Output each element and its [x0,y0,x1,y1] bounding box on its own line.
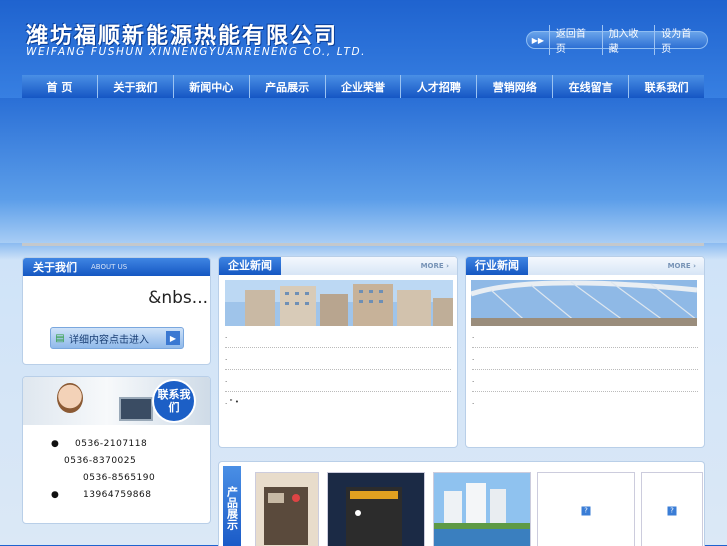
list-item[interactable]: . [225,326,451,348]
contact-banner-image: 联系我们 [23,377,210,425]
company-news-header: 企业新闻 MORE › [219,257,457,275]
industry-news-list: . . . . [472,326,698,413]
about-panel-header: 关于我们 ABOUT US [23,258,210,276]
contact-seal: 联系我们 [152,379,196,423]
phone-row: ● 13964759868 [51,490,152,500]
main-nav: 首 页 关于我们 新闻中心 产品展示 企业荣誉 人才招聘 营销网络 在线留言 联… [22,75,705,98]
list-item[interactable]: . [472,326,698,348]
home-link[interactable]: 返回首页 [548,25,602,55]
broken-image-icon: ? [581,506,591,516]
nav-jobs[interactable]: 人才招聘 [401,75,478,98]
phone-number: 0536-2107118 [75,439,148,449]
company-news-panel: 企业新闻 MORE › . . . . " • [218,256,458,448]
arrow-right-icon: ▶ [166,331,180,345]
industry-news-title: 行业新闻 [466,257,528,275]
nav-network[interactable]: 营销网络 [477,75,554,98]
broken-image-icon: ? [667,506,677,516]
company-news-title: 企业新闻 [219,257,281,275]
product-card[interactable]: ? [641,472,703,546]
nav-news[interactable]: 新闻中心 [173,75,250,98]
company-name-en: WEIFANG FUSHUN XINNENGYUANRENENG CO., LT… [26,46,367,58]
industry-news-panel: 行业新闻 MORE › . . . . [465,256,705,448]
phone-row: 0536-8565190 [23,473,210,490]
play-icon: ▶▶ [531,35,545,45]
phone-row: ● 0536-2107118 [51,439,148,449]
list-item[interactable]: . " • [225,392,451,413]
phone-number: 0536-8565190 [83,473,156,483]
product-image [328,473,424,546]
nav-home[interactable]: 首 页 [22,75,98,98]
contact-panel: 联系我们 ● 0536-2107118 0536-8370025 0536-856… [22,376,211,524]
product-card[interactable] [255,472,319,546]
list-item[interactable]: . [472,348,698,370]
about-title: 关于我们 [33,261,77,274]
canopy-structure-image [471,280,697,326]
list-item[interactable]: . [225,348,451,370]
product-card[interactable] [433,472,531,546]
nav-contact[interactable]: 联系我们 [629,75,705,98]
phone-row: 0536-8370025 [23,456,210,473]
about-panel: 关于我们 ABOUT US &nbs... ▤ 详细内容点击进入 ▶ [22,257,211,365]
phone-list: ● 0536-2107118 0536-8370025 0536-8565190 … [23,439,210,507]
document-icon: ▤ [55,332,65,344]
products-panel: 产品展示 ? ? [218,461,705,546]
phone-number: 13964759868 [83,490,152,500]
industry-news-header: 行业新闻 MORE › [466,257,704,275]
list-item[interactable]: . [472,370,698,392]
products-side-title: 产品展示 [223,466,241,546]
nav-honors[interactable]: 企业荣誉 [325,75,402,98]
about-subtitle: ABOUT US [91,263,128,271]
company-news-more-link[interactable]: MORE › [421,262,449,270]
top-links: ▶▶ 返回首页 加入收藏 设为首页 [526,25,708,55]
products-side-label: 产品展示 [225,486,239,530]
product-card[interactable]: ? [537,472,635,546]
about-more-label: 详细内容点击进入 [69,334,149,346]
banner-divider [22,243,704,246]
about-more-button[interactable]: ▤ 详细内容点击进入 ▶ [50,327,184,349]
support-agent-image [57,383,83,413]
company-news-list: . . . . " • [225,326,451,413]
industry-news-more-link[interactable]: MORE › [668,262,696,270]
product-image [434,473,530,546]
bookmark-link[interactable]: 加入收藏 [601,25,655,55]
set-homepage-link[interactable]: 设为首页 [654,25,707,55]
list-item[interactable]: . [472,392,698,413]
apartment-building-image [225,280,453,326]
hero-banner [0,98,727,243]
nav-about[interactable]: 关于我们 [97,75,174,98]
product-image [264,487,308,545]
monitor-icon [119,397,153,421]
nav-products[interactable]: 产品展示 [249,75,326,98]
product-card[interactable] [327,472,425,546]
about-text: &nbs... [148,288,208,308]
list-item[interactable]: . [225,370,451,392]
nav-messages[interactable]: 在线留言 [553,75,630,98]
site-header: 潍坊福顺新能源热能有限公司 WEIFANG FUSHUN XINNENGYUAN… [0,0,727,78]
phone-number: 0536-8370025 [64,456,137,466]
